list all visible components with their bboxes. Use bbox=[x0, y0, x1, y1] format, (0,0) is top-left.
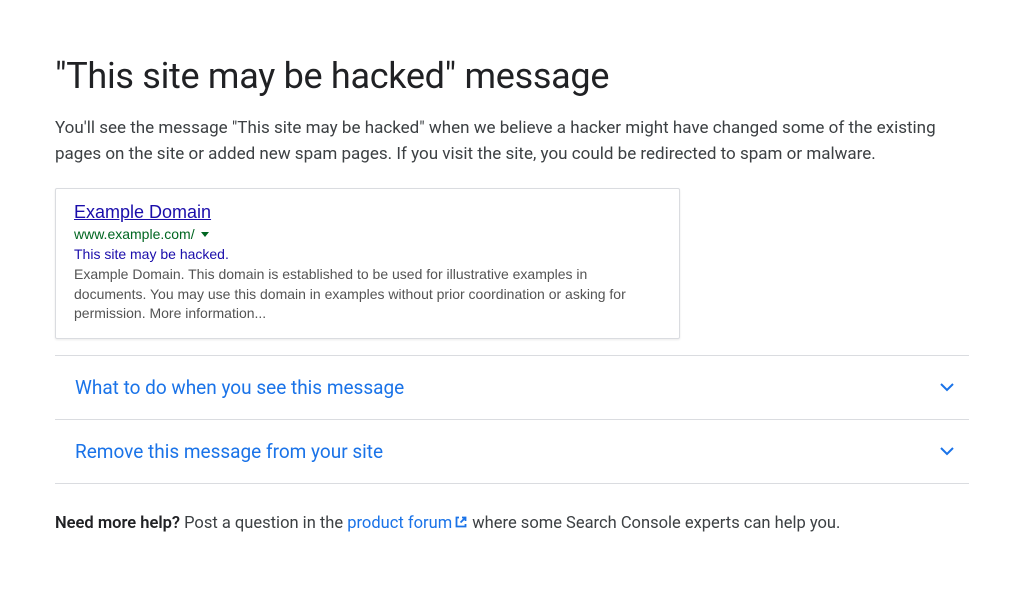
help-strong: Need more help? bbox=[55, 514, 180, 533]
result-snippet: Example Domain. This domain is establish… bbox=[74, 265, 661, 324]
accordion: What to do when you see this message Rem… bbox=[55, 355, 969, 484]
accordion-title: What to do when you see this message bbox=[75, 376, 404, 399]
help-before-link: Post a question in the bbox=[180, 514, 347, 533]
accordion-title: Remove this message from your site bbox=[75, 440, 383, 463]
help-footer: Need more help? Post a question in the p… bbox=[55, 512, 969, 538]
external-link-icon bbox=[454, 513, 468, 538]
chevron-down-icon bbox=[937, 441, 957, 461]
help-after-link: where some Search Console experts can he… bbox=[468, 514, 840, 533]
intro-text: You'll see the message "This site may be… bbox=[55, 115, 969, 168]
accordion-item-remove-message[interactable]: Remove this message from your site bbox=[55, 420, 969, 484]
chevron-down-icon bbox=[937, 377, 957, 397]
result-url: www.example.com/ bbox=[74, 226, 195, 242]
result-url-row: www.example.com/ bbox=[74, 226, 661, 242]
result-hacked-warning: This site may be hacked. bbox=[74, 245, 661, 264]
page-title: "This site may be hacked" message bbox=[55, 55, 969, 97]
accordion-item-what-to-do[interactable]: What to do when you see this message bbox=[55, 356, 969, 420]
product-forum-link[interactable]: product forum bbox=[347, 514, 468, 533]
search-result-example: Example Domain www.example.com/ This sit… bbox=[55, 188, 680, 339]
dropdown-triangle-icon[interactable] bbox=[201, 232, 209, 237]
result-title-link[interactable]: Example Domain bbox=[74, 201, 211, 224]
